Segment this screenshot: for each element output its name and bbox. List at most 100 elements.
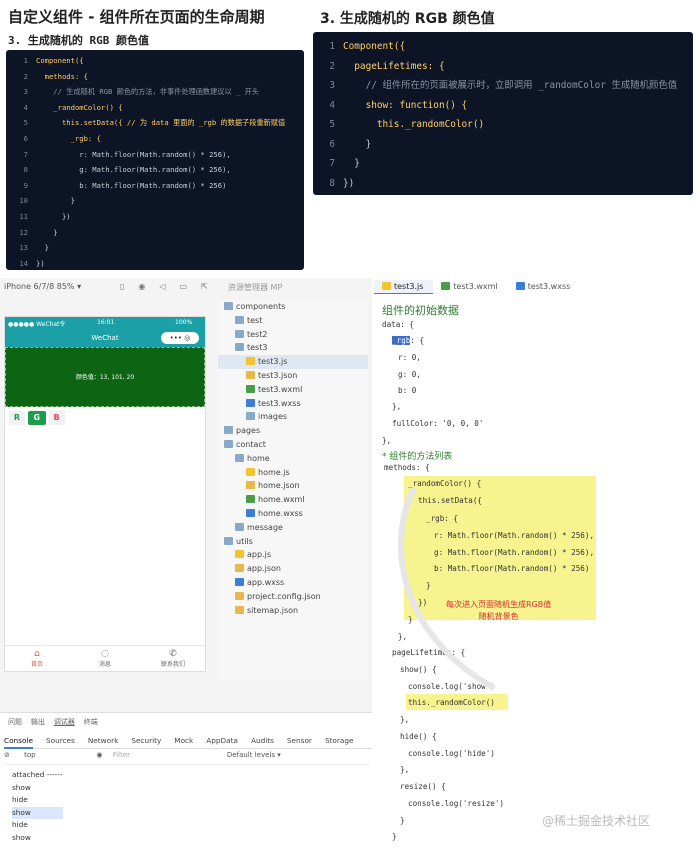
tab-message[interactable]: ◌ 消息 (99, 649, 111, 668)
editor-tab-label: test3.wxss (527, 282, 571, 291)
file-tree-item[interactable]: test2 (218, 328, 368, 342)
phone-icon: ✆ (169, 649, 177, 659)
tab-home[interactable]: ⌂ 首页 (31, 649, 43, 668)
log-entry: hide (12, 795, 28, 805)
file-tree-item[interactable]: app.wxss (218, 576, 368, 590)
file-explorer: components test test2 test3 test3.js test3.js… (218, 300, 368, 680)
button-r[interactable]: R (9, 411, 25, 425)
tab-debugger[interactable]: 调试器 (54, 718, 75, 726)
log-levels-select[interactable]: Default levels ▾ (227, 751, 281, 759)
code-line: 5 this.setData({ // 为 data 里面的 _rgb 的数据子… (6, 115, 286, 131)
code-line: 2 methods: { (6, 69, 285, 85)
filter-input[interactable]: Filter (113, 751, 225, 759)
file-tree-item[interactable]: test3.wxss (218, 397, 368, 411)
tab-terminal[interactable]: 终端 (84, 718, 98, 726)
device-selector[interactable]: iPhone 6/7/8 85% ▾ (4, 282, 81, 291)
console-panel: 问题 输出 调试器 终端 Console Sources Network Securi… (0, 712, 372, 852)
status-bar: ●●●●● WeChat令 16:01 100% (5, 317, 205, 329)
file-tree-item[interactable]: contact (218, 438, 368, 452)
devtools-tab[interactable]: Sensor (287, 733, 312, 745)
file-name: test (247, 315, 263, 325)
file-name: pages (236, 426, 261, 436)
code-line: 3 // 组件所在的页面被展示时，立即调用 _randomColor 生成随机颜… (313, 76, 677, 96)
file-icon (235, 605, 244, 614)
devtools-tab[interactable]: Storage (325, 733, 354, 745)
file-tree-item[interactable]: home.json (218, 479, 368, 493)
rgb-buttons: R G B (9, 411, 65, 425)
file-tree-item[interactable]: message (218, 521, 368, 535)
file-tree-item[interactable]: home.wxss (218, 507, 368, 521)
line-number: 4 (23, 102, 28, 112)
tab-contact[interactable]: ✆ 联系我们 (161, 649, 185, 668)
tab-message-label: 消息 (99, 661, 112, 668)
code-text: }) (36, 211, 71, 221)
line-number: 14 (19, 258, 28, 268)
code-line: 11 }) (6, 209, 285, 225)
code-text: }) (343, 177, 355, 189)
nav-title: WeChat (91, 334, 119, 342)
file-icon (235, 591, 244, 600)
devtools-tab[interactable]: Sources (46, 733, 75, 745)
file-tree-item[interactable]: test3.wxml (218, 383, 368, 397)
devtools-tab[interactable]: AppData (206, 733, 238, 745)
log-entry: show (12, 782, 31, 792)
line-number: 1 (23, 56, 28, 65)
log-entry: show (12, 832, 31, 842)
folder-icon (235, 329, 244, 338)
tab-output[interactable]: 输出 (31, 718, 45, 726)
devtools-tab[interactable]: Network (88, 733, 118, 745)
file-tree-item[interactable]: sitemap.json (218, 604, 368, 618)
context-select[interactable]: top (24, 751, 94, 759)
code-line: 6 } (313, 135, 677, 155)
battery-text: 100% (175, 319, 193, 326)
line-number: 8 (23, 165, 28, 175)
file-tree-item[interactable]: test (218, 314, 368, 328)
file-tree-item[interactable]: test3 (218, 341, 368, 355)
file-tree-item[interactable]: pages (218, 424, 368, 438)
file-tree-item[interactable]: project.config.json (218, 590, 368, 604)
file-icon (515, 282, 525, 290)
devtools-tab[interactable]: Audits (251, 733, 274, 745)
code-text: r: Math.floor(Math.random() * 256), (36, 149, 231, 159)
devtools-tab[interactable]: Console (4, 733, 33, 749)
panel-top-tabs: 问题 输出 调试器 终端 (8, 717, 98, 727)
code-text: Component({ (36, 56, 84, 65)
comment-methods: * 组件的方法列表 (382, 452, 453, 462)
code-line: } (400, 816, 405, 825)
code-text: methods: { (36, 71, 88, 81)
tab-problems[interactable]: 问题 (8, 718, 22, 726)
file-tree-item[interactable]: utils (218, 535, 368, 549)
code-text: pageLifetimes: { (343, 60, 445, 72)
button-b[interactable]: B (48, 411, 65, 425)
line-number: 12 (19, 227, 28, 237)
file-icon (246, 495, 255, 504)
file-tree-item[interactable]: home (218, 452, 368, 466)
editor-tab[interactable]: test3.wxss (508, 280, 581, 293)
file-tree-item[interactable]: test3.js (218, 355, 368, 369)
devtools-tab[interactable]: Security (131, 733, 161, 745)
eye-icon[interactable]: ◉ (96, 751, 102, 759)
console-clear-icon[interactable]: ⊘ (4, 751, 10, 759)
log-entry: attached ------ (12, 770, 63, 779)
code-text: b: Math.floor(Math.random() * 256) (36, 180, 227, 190)
devtools-tab[interactable]: Mock (174, 733, 193, 745)
code-lines: 1 Component({2 methods: {3 // 生成随机 RGB 颜色… (6, 53, 285, 271)
file-tree-item[interactable]: test3.json (218, 369, 368, 383)
capsule-menu-button[interactable]: ••• ◎ (161, 332, 199, 344)
editor-tab[interactable]: test3.js (374, 280, 434, 294)
file-tree-item[interactable]: images (218, 410, 368, 424)
folder-icon (235, 522, 244, 531)
code-text: _rgb: { (36, 133, 101, 143)
file-tree-item[interactable]: home.wxml (218, 493, 368, 507)
line-number: 11 (19, 211, 28, 221)
file-tree-item[interactable]: app.js (218, 548, 368, 562)
button-g[interactable]: G (27, 411, 46, 425)
editor-tab[interactable]: test3.wxml (433, 280, 507, 293)
code-line: 7 r: Math.floor(Math.random() * 256), (6, 147, 285, 163)
phone-simulator: ●●●●● WeChat令 16:01 100% WeChat ••• ◎ 颜色… (4, 316, 206, 672)
file-tree-item[interactable]: home.js (218, 466, 368, 480)
simulator-toolbar-icons[interactable]: ▯◉◁▭⇱ (120, 282, 222, 291)
watermark: @稀土掘金技术社区 (542, 814, 651, 828)
file-tree-item[interactable]: app.json (218, 562, 368, 576)
file-tree-item[interactable]: components (218, 300, 368, 314)
